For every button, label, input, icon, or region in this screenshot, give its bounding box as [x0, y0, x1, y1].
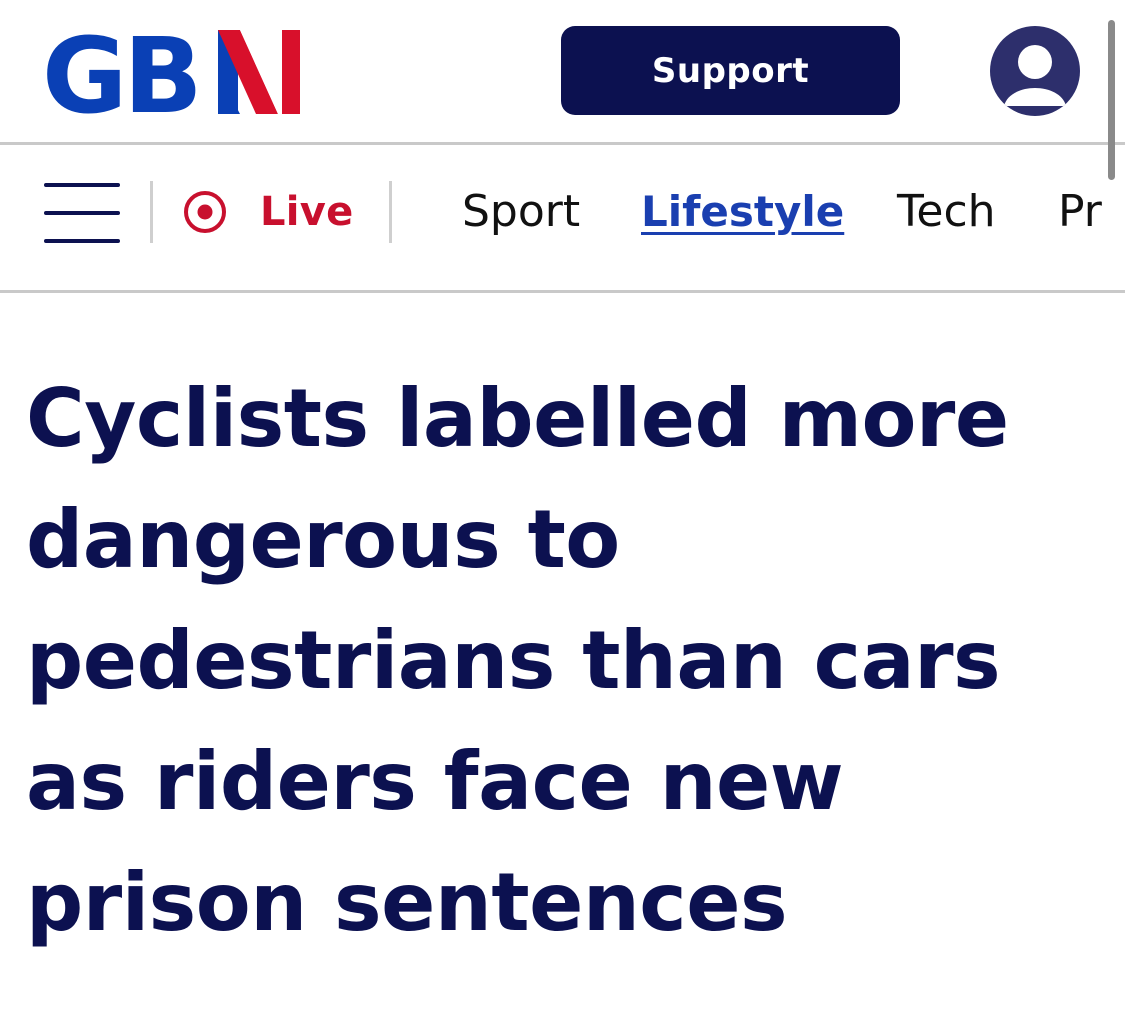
nav-item-sport[interactable]: Sport	[462, 181, 580, 243]
user-icon	[1004, 45, 1066, 106]
hamburger-icon-bar	[44, 239, 120, 243]
svg-text:GB: GB	[44, 26, 199, 118]
site-header: GB Support	[0, 0, 1125, 180]
hamburger-menu-button[interactable]	[44, 183, 120, 245]
nav-item-tech[interactable]: Tech	[897, 181, 996, 243]
article-headline: Cyclists labelled more dangerous to pede…	[26, 372, 1009, 949]
live-label: Live	[260, 189, 354, 235]
live-record-icon	[184, 191, 226, 233]
section-nav: Live Sport Lifestyle Tech Pr	[0, 145, 1125, 293]
gbn-logo-mark: GB	[44, 26, 300, 118]
hamburger-icon-bar	[44, 211, 120, 215]
nav-item-lifestyle[interactable]: Lifestyle	[641, 181, 844, 243]
live-link[interactable]: Live	[182, 181, 354, 243]
nav-divider	[150, 181, 153, 243]
support-button[interactable]: Support	[561, 26, 900, 115]
nav-divider	[389, 181, 392, 243]
hamburger-icon-bar	[44, 183, 120, 187]
gbn-logo[interactable]: GB	[44, 26, 304, 118]
nav-item-partial[interactable]: Pr	[1058, 181, 1102, 243]
account-avatar-button[interactable]	[990, 26, 1080, 116]
